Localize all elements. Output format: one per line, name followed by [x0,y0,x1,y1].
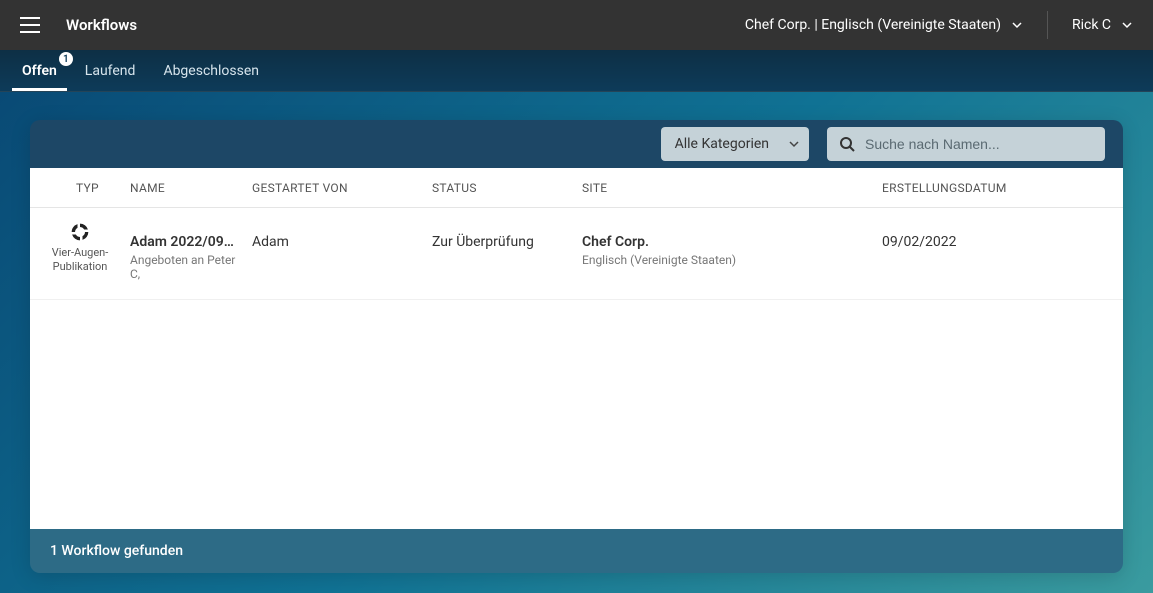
search-icon [839,136,855,152]
table-row[interactable]: Vier-Augen-Publikation Adam 2022/09… Ang… [30,208,1123,300]
chevron-down-icon [789,139,799,149]
row-created: 09/02/2022 [882,222,1123,281]
separator [1047,11,1048,39]
menu-icon[interactable] [20,17,40,33]
site-selector[interactable]: Chef Corp. | Englisch (Vereinigte Staate… [745,17,1023,33]
tab-closed-label: Abgeschlossen [163,63,259,79]
category-dropdown[interactable]: Alle Kategorien [661,127,809,161]
panel-footer: 1 Workflow gefunden [30,529,1123,573]
top-bar: Workflows Chef Corp. | Englisch (Vereini… [0,0,1153,50]
tab-running[interactable]: Laufend [75,53,146,91]
user-selector[interactable]: Rick C [1072,17,1133,33]
tab-closed[interactable]: Abgeschlossen [153,53,269,91]
row-typ-label: Vier-Augen-Publikation [38,246,122,275]
col-header-site: SITE [582,181,882,195]
chevron-down-icon [1121,19,1133,31]
row-name: Adam 2022/09… [130,234,242,250]
col-header-created: ERSTELLUNGSDATUM [882,181,1123,195]
col-header-typ: TYP [30,181,130,195]
tab-running-label: Laufend [85,63,136,79]
tab-open[interactable]: Offen 1 [12,53,67,91]
workflow-table: TYP NAME GESTARTET VON STATUS SITE ERSTE… [30,168,1123,529]
tab-open-badge: 1 [59,52,73,66]
tab-bar: Offen 1 Laufend Abgeschlossen [0,50,1153,92]
result-count: 1 Workflow gefunden [50,543,183,559]
row-site: Chef Corp. [582,234,882,250]
user-selector-label: Rick C [1072,17,1111,33]
col-header-status: STATUS [432,181,582,195]
table-header: TYP NAME GESTARTET VON STATUS SITE ERSTE… [30,168,1123,208]
tab-open-label: Offen [22,63,57,79]
site-selector-label: Chef Corp. | Englisch (Vereinigte Staate… [745,17,1001,33]
search-box[interactable] [827,127,1105,161]
workflow-panel: Alle Kategorien TYP NAME GESTARTET VON S… [30,120,1123,573]
cycle-icon [70,222,90,242]
search-input[interactable] [865,136,1093,152]
row-name-sub: Angeboten an Peter C, [130,253,242,281]
row-status: Zur Überprüfung [432,222,582,281]
row-site-sub: Englisch (Vereinigte Staaten) [582,253,882,267]
app-title: Workflows [66,16,137,34]
panel-filter: Alle Kategorien [30,120,1123,168]
chevron-down-icon [1011,19,1023,31]
category-dropdown-label: Alle Kategorien [675,136,769,152]
col-header-started: GESTARTET VON [252,181,432,195]
col-header-name: NAME [130,181,252,195]
row-started-by: Adam [252,222,432,281]
